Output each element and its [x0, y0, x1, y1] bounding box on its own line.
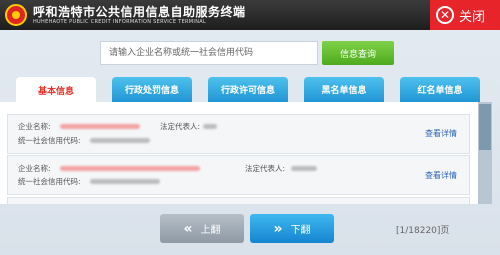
redacted-company-name [60, 124, 140, 129]
search-button[interactable]: 信息查询 [322, 41, 394, 65]
redacted-legal-rep [203, 124, 217, 129]
legal-rep-label: 法定代表人: [245, 164, 286, 173]
redacted-legal-rep [291, 166, 317, 171]
close-icon: ✕ [436, 6, 454, 24]
redacted-credit-code [90, 179, 160, 184]
close-button[interactable]: ✕ 关闭 [430, 0, 500, 30]
list-item [7, 197, 470, 204]
page-counter: [1/18220]页 [396, 226, 450, 236]
emblem-logo [5, 4, 27, 26]
previous-page-label: 上翻 [200, 225, 221, 236]
view-details-link[interactable]: 查看详情 [425, 128, 457, 139]
results-panel: 企业名称: 法定代表人: 统一社会信用代码: 查看详情 企业名称: 法定代表人:… [0, 102, 492, 204]
app-subtitle: HUHEHAOTE PUBLIC CREDIT INFORMATION SERV… [33, 19, 207, 25]
credit-code-label: 统一社会信用代码: [18, 136, 81, 145]
title-bar: 呼和浩特市公共信用信息自助服务终端 HUHEHAOTE PUBLIC CREDI… [0, 0, 500, 30]
company-name-label: 企业名称: [18, 122, 51, 131]
tab-blacklist[interactable]: 黑名单信息 [304, 77, 384, 102]
credit-code-label: 统一社会信用代码: [18, 177, 81, 186]
next-page-label: 下翻 [290, 225, 311, 236]
company-name-label: 企业名称: [18, 164, 51, 173]
previous-page-button[interactable]: « 上翻 [160, 214, 244, 243]
tab-basic-info[interactable]: 基本信息 [16, 77, 96, 103]
scrollbar-thumb[interactable] [479, 104, 491, 150]
list-item: 企业名称: 法定代表人: 统一社会信用代码: 查看详情 [7, 155, 470, 195]
redacted-credit-code [90, 138, 150, 143]
list-item: 企业名称: 法定代表人: 统一社会信用代码: 查看详情 [7, 114, 470, 154]
tab-administrative-penalty[interactable]: 行政处罚信息 [112, 77, 192, 102]
legal-rep-label: 法定代表人: [160, 122, 201, 131]
double-chevron-left-icon: « [183, 220, 193, 237]
app-title: 呼和浩特市公共信用信息自助服务终端 [33, 5, 246, 19]
redacted-company-name [60, 166, 200, 171]
tab-redlist[interactable]: 红名单信息 [400, 77, 480, 102]
search-input[interactable] [100, 41, 318, 65]
tab-administrative-license[interactable]: 行政许可信息 [208, 77, 288, 102]
double-chevron-right-icon: » [273, 220, 283, 237]
next-page-button[interactable]: » 下翻 [250, 214, 334, 243]
view-details-link[interactable]: 查看详情 [425, 170, 457, 181]
close-label: 关闭 [459, 9, 486, 25]
